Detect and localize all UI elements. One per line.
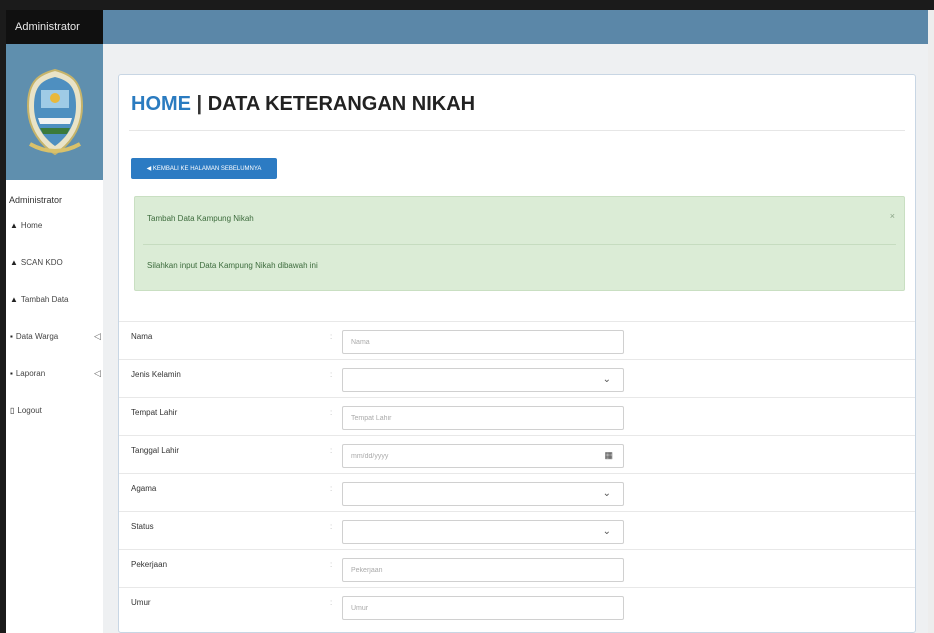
form-row-tanggal-lahir: Tanggal Lahir : ▦ [119,435,915,474]
field-label: Umur [131,598,151,607]
form-row-nama: Nama : [119,321,915,360]
chevron-down-icon: ⌄ [602,374,611,385]
page-title: HOME | DATA KETERANGAN NIKAH [131,93,475,116]
pekerjaan-field[interactable] [342,558,624,582]
alert-text: Silahkan input Data Kampung Nikah dibawa… [147,261,318,270]
jenis-kelamin-select[interactable]: ⌄ [342,368,624,392]
sidebar-item-home[interactable]: ▲ Home [6,207,103,244]
sidebar-item-logout[interactable]: ▯ Logout [6,392,103,429]
nama-field[interactable] [342,330,624,354]
brand-title: Administrator [6,10,103,44]
sidebar-item-tambah-data[interactable]: ▲ Tambah Data [6,281,103,318]
scrollbar[interactable] [928,10,934,633]
sidebar-item-label: Data Warga [15,332,59,341]
form-row-jenis-kelamin: Jenis Kelamin : ⌄ [119,359,915,398]
field-label: Pekerjaan [131,560,168,569]
chevron-down-icon: ⌄ [602,526,611,537]
umur-input[interactable] [343,597,623,620]
emblem-logo-icon [26,68,83,156]
alert-title: Tambah Data Kampung Nikah [147,214,254,223]
top-navbar [103,10,928,44]
sidebar-item-label: SCAN KDO [20,258,63,267]
tanggal-lahir-field[interactable]: ▦ [342,444,624,468]
form-row-agama: Agama : ⌄ [119,473,915,512]
page-title-separator: | [191,93,208,115]
chevron-left-icon: ◁ [94,331,101,341]
field-colon: : [330,446,333,455]
field-colon: : [330,408,333,417]
status-select[interactable]: ⌄ [342,520,624,544]
nama-input[interactable] [343,331,623,354]
form-row-tempat-lahir: Tempat Lahir : [119,397,915,436]
tempat-lahir-input[interactable] [343,407,623,430]
tanggal-lahir-input[interactable] [343,445,623,468]
sidebar-item-label: Home [20,221,43,230]
field-label: Status [131,522,154,531]
main-content: HOME | DATA KETERANGAN NIKAH ◀ KEMBALI K… [103,44,928,633]
page-title-home: HOME [131,93,191,115]
report-icon: ▪ [10,369,13,378]
sidebar: Administrator Administrator ▲ Home ▲ SCA… [6,10,103,633]
form-row-pekerjaan: Pekerjaan : [119,549,915,588]
users-icon: ▪ [10,332,13,341]
sidebar-item-scan[interactable]: ▲ SCAN KDO [6,244,103,281]
logout-icon: ▯ [10,406,15,415]
field-colon: : [330,522,333,531]
sidebar-item-label: Logout [17,406,42,415]
alert-divider [143,244,896,245]
info-alert: Tambah Data Kampung Nikah × Silahkan inp… [134,196,905,291]
calendar-icon[interactable]: ▦ [604,450,613,461]
tempat-lahir-field[interactable] [342,406,624,430]
field-colon: : [330,370,333,379]
sidebar-section-label: Administrator [9,195,63,205]
field-colon: : [330,560,333,569]
chevron-down-icon: ⌄ [602,488,611,499]
close-icon[interactable]: × [890,211,895,221]
title-divider [129,130,905,131]
form-card: HOME | DATA KETERANGAN NIKAH ◀ KEMBALI K… [118,74,916,633]
sidebar-item-label: Tambah Data [20,295,69,304]
form-row-umur: Umur : [119,587,915,626]
page-title-text: DATA KETERANGAN NIKAH [207,93,476,115]
sidebar-item-laporan[interactable]: ▪ Laporan ◁ [6,355,103,392]
field-colon: : [330,332,333,341]
field-label: Agama [131,484,157,493]
form-row-status: Status : ⌄ [119,511,915,550]
field-label: Jenis Kelamin [131,370,181,379]
field-label: Nama [131,332,153,341]
field-colon: : [330,598,333,607]
field-label: Tempat Lahir [131,408,178,417]
chevron-left-icon: ◁ [94,368,101,378]
back-button[interactable]: ◀ KEMBALI KE HALAMAN SEBELUMNYA [131,158,277,179]
agama-select[interactable]: ⌄ [342,482,624,506]
home-icon: ▲ [10,221,18,230]
sidebar-item-data-warga[interactable]: ▪ Data Warga ◁ [6,318,103,355]
umur-field[interactable] [342,596,624,620]
add-data-icon: ▲ [10,295,18,304]
pekerjaan-input[interactable] [343,559,623,582]
field-colon: : [330,484,333,493]
logo-panel [6,44,103,180]
field-label: Tanggal Lahir [131,446,180,455]
scan-icon: ▲ [10,258,18,267]
sidebar-item-label: Laporan [15,369,46,378]
